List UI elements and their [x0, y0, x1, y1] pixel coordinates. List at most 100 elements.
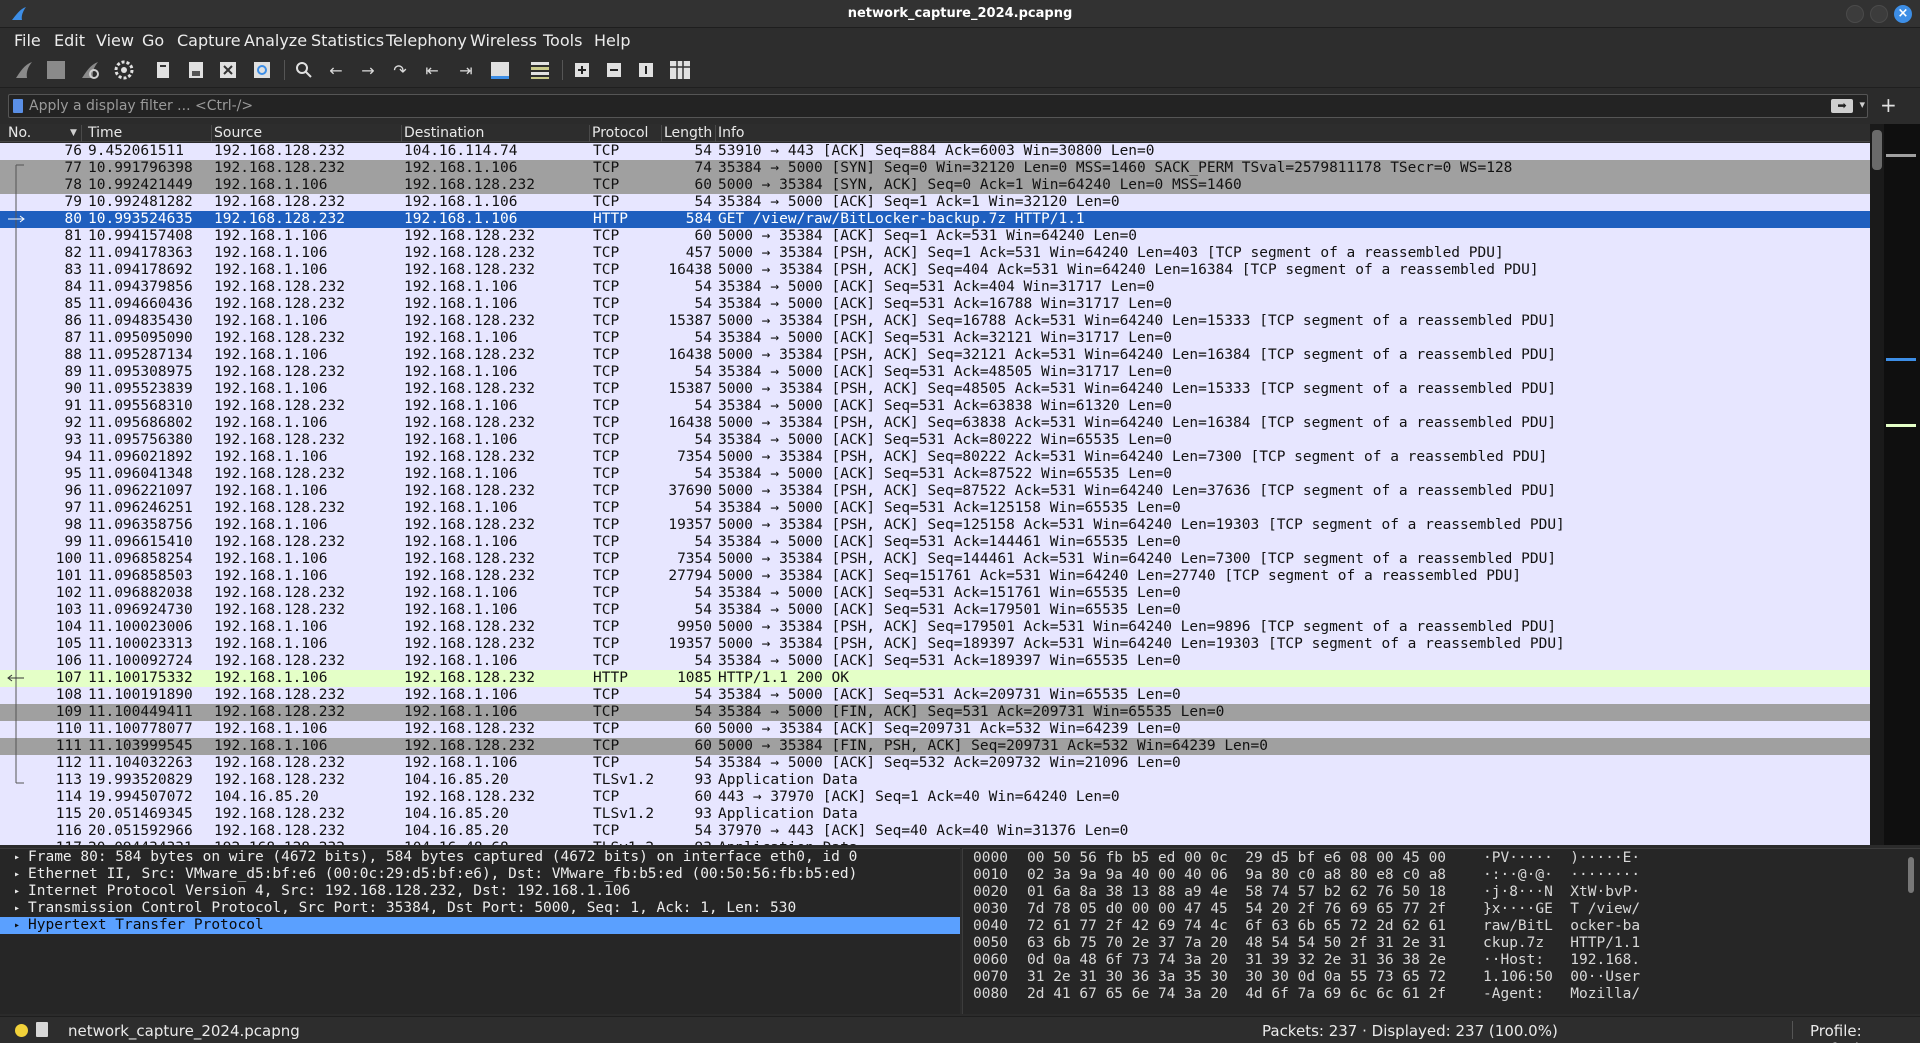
minimize-button[interactable] [1846, 5, 1864, 23]
packet-row[interactable]: 85 11.094660436 192.168.128.232 192.168.1.1… [0, 296, 1870, 313]
menu-tools[interactable]: Tools [543, 31, 582, 50]
byte-ascii[interactable]: ·PV····· )·····E· [1483, 850, 1640, 867]
status-profile[interactable]: Profile: Default [1810, 1022, 1920, 1043]
column-header-length[interactable]: Length [662, 125, 716, 142]
byte-hex[interactable]: 2d 41 67 65 6e 74 3a 20 4d 6f 7a 69 6c 6… [1027, 986, 1446, 1003]
menu-statistics[interactable]: Statistics [311, 31, 384, 50]
byte-ascii[interactable]: ckup.7z HTTP/1.1 [1483, 935, 1640, 952]
packet-row[interactable]: 104 11.100023006 192.168.1.106 192.168.128.… [0, 619, 1870, 636]
packet-row[interactable]: 80 10.993524635 192.168.128.232 192.168.1.1… [0, 211, 1870, 228]
expand-arrow-icon[interactable]: ▸ [14, 849, 20, 866]
close-button[interactable]: × [1894, 5, 1912, 23]
menu-help[interactable]: Help [594, 31, 630, 50]
find-packet-icon[interactable] [292, 58, 316, 82]
expand-arrow-icon[interactable]: ▸ [14, 900, 20, 917]
packet-row[interactable]: 93 11.095756380 192.168.128.232 192.168.1.1… [0, 432, 1870, 449]
byte-ascii[interactable]: 1.106:50 00··User [1483, 969, 1640, 986]
packet-row[interactable]: 100 11.096858254 192.168.1.106 192.168.128.… [0, 551, 1870, 568]
column-header-info[interactable]: Info [716, 125, 1866, 142]
zoom-out-icon[interactable] [602, 58, 626, 82]
normal-size-icon[interactable] [634, 58, 658, 82]
packet-row[interactable]: 98 11.096358756 192.168.1.106 192.168.128.2… [0, 517, 1870, 534]
packet-row[interactable]: 99 11.096615410 192.168.128.232 192.168.1.1… [0, 534, 1870, 551]
packet-row[interactable]: 97 11.096246251 192.168.128.232 192.168.1.1… [0, 500, 1870, 517]
packet-row[interactable]: 113 19.993520829 192.168.128.232 104.16.85.… [0, 772, 1870, 789]
packet-row[interactable]: 77 10.991796398 192.168.128.232 192.168.1.1… [0, 160, 1870, 177]
packet-row[interactable]: 81 10.994157408 192.168.1.106 192.168.128.2… [0, 228, 1870, 245]
reload-file-icon[interactable] [250, 58, 274, 82]
menu-analyze[interactable]: Analyze [244, 31, 307, 50]
detail-tree-item[interactable]: ▸ Internet Protocol Version 4, Src: 192.1… [0, 883, 960, 900]
capture-comment-icon[interactable] [36, 1022, 48, 1037]
packet-row[interactable]: 91 11.095568310 192.168.128.232 192.168.1.1… [0, 398, 1870, 415]
menu-telephony[interactable]: Telephony [386, 31, 467, 50]
packet-row[interactable]: 82 11.094178363 192.168.1.106 192.168.128.2… [0, 245, 1870, 262]
packet-row[interactable]: 101 11.096858503 192.168.1.106 192.168.128.… [0, 568, 1870, 585]
byte-hex[interactable]: 02 3a 9a 9a 40 00 40 06 9a 80 c0 a8 80 e… [1027, 867, 1446, 884]
byte-hex[interactable]: 7d 78 05 d0 00 00 47 45 54 20 2f 76 69 6… [1027, 901, 1446, 918]
scrollbar-thumb[interactable] [1872, 130, 1882, 170]
menu-go[interactable]: Go [142, 31, 164, 50]
filter-bookmark-icon[interactable] [13, 99, 23, 113]
go-last-icon[interactable]: ⇥ [454, 58, 478, 82]
apply-filter-icon[interactable]: ➡ [1831, 99, 1853, 113]
packet-row[interactable]: 94 11.096021892 192.168.1.106 192.168.128.2… [0, 449, 1870, 466]
column-header-source[interactable]: Source [212, 125, 402, 142]
filter-history-dropdown-icon[interactable]: ▾ [1859, 98, 1865, 111]
packet-row[interactable]: 105 11.100023313 192.168.1.106 192.168.128.… [0, 636, 1870, 653]
packet-list[interactable]: 76 9.452061511 192.168.128.232 104.16.114.7… [0, 143, 1870, 845]
menu-edit[interactable]: Edit [54, 31, 85, 50]
column-header-time[interactable]: Time [86, 125, 212, 142]
packet-row[interactable]: 83 11.094178692 192.168.1.106 192.168.128.2… [0, 262, 1870, 279]
packet-row[interactable]: 95 11.096041348 192.168.128.232 192.168.1.1… [0, 466, 1870, 483]
stop-capture-icon[interactable] [44, 58, 68, 82]
column-header-protocol[interactable]: Protocol [590, 125, 662, 142]
packet-row[interactable]: 116 20.051592966 192.168.128.232 104.16.85.… [0, 823, 1870, 840]
packet-row[interactable]: 92 11.095686802 192.168.1.106 192.168.128.2… [0, 415, 1870, 432]
byte-hex[interactable]: 63 6b 75 70 2e 37 7a 20 48 54 54 50 2f 3… [1027, 935, 1446, 952]
packet-list-scrollbar[interactable] [1870, 124, 1884, 845]
go-to-packet-icon[interactable]: ↷ [388, 58, 412, 82]
zoom-in-icon[interactable] [570, 58, 594, 82]
packet-row[interactable]: 112 11.104032263 192.168.128.232 192.168.1.… [0, 755, 1870, 772]
detail-tree-item[interactable]: ▸ Frame 80: 584 bytes on wire (4672 bits)… [0, 849, 960, 866]
go-first-icon[interactable]: ⇤ [420, 58, 444, 82]
packet-row[interactable]: 111 11.103999545 192.168.1.106 192.168.128.… [0, 738, 1870, 755]
detail-tree-item[interactable]: ▸ Hypertext Transfer Protocol [0, 917, 960, 934]
restart-capture-icon[interactable] [78, 58, 102, 82]
byte-hex[interactable]: 00 50 56 fb b5 ed 00 0c 29 d5 bf e6 08 0… [1027, 850, 1446, 867]
byte-ascii[interactable]: }x····GE T /view/ [1483, 901, 1640, 918]
expand-arrow-icon[interactable]: ▸ [14, 917, 20, 934]
detail-tree-item[interactable]: ▸ Ethernet II, Src: VMware_d5:bf:e6 (00:0… [0, 866, 960, 883]
byte-ascii[interactable]: -Agent: Mozilla/ [1483, 986, 1640, 1003]
packet-row[interactable]: 114 19.994507072 104.16.85.20 192.168.128.2… [0, 789, 1870, 806]
packet-row[interactable]: 90 11.095523839 192.168.1.106 192.168.128.2… [0, 381, 1870, 398]
packet-row[interactable]: 96 11.096221097 192.168.1.106 192.168.128.2… [0, 483, 1870, 500]
byte-ascii[interactable]: ·:··@·@· ········ [1483, 867, 1640, 884]
byte-ascii[interactable]: raw/BitL ocker-ba [1483, 918, 1640, 935]
packet-row[interactable]: 102 11.096882038 192.168.128.232 192.168.1.… [0, 585, 1870, 602]
packet-row[interactable]: 76 9.452061511 192.168.128.232 104.16.114.7… [0, 143, 1870, 160]
go-forward-icon[interactable]: → [356, 58, 380, 82]
packet-row[interactable]: 87 11.095095090 192.168.128.232 192.168.1.1… [0, 330, 1870, 347]
packet-row[interactable]: 110 11.100778077 192.168.1.106 192.168.128.… [0, 721, 1870, 738]
packet-row[interactable]: 89 11.095308975 192.168.128.232 192.168.1.1… [0, 364, 1870, 381]
packet-details-pane[interactable]: ▸ Frame 80: 584 bytes on wire (4672 bits)… [0, 848, 960, 1014]
packet-row[interactable]: 11720.094434331192.168.128.232104.16.48.… [0, 840, 1870, 845]
packet-list-minimap[interactable] [1884, 124, 1920, 845]
expand-arrow-icon[interactable]: ▸ [14, 866, 20, 883]
bytes-scrollbar[interactable] [1908, 857, 1914, 893]
packet-row[interactable]: 86 11.094835430 192.168.1.106 192.168.128.2… [0, 313, 1870, 330]
save-file-icon[interactable] [184, 58, 208, 82]
autoscroll-icon[interactable] [488, 58, 512, 82]
byte-hex[interactable]: 31 2e 31 30 36 3a 35 30 30 30 0d 0a 55 7… [1027, 969, 1446, 986]
display-filter-input[interactable]: Apply a display filter ... <Ctrl-/> ➡ ▾ [8, 94, 1868, 118]
close-file-icon[interactable] [216, 58, 240, 82]
resize-columns-icon[interactable] [668, 58, 692, 82]
menu-wireless[interactable]: Wireless [470, 31, 537, 50]
expert-info-icon[interactable] [15, 1024, 28, 1037]
menu-capture[interactable]: Capture [177, 31, 241, 50]
column-header-destination[interactable]: Destination [402, 125, 590, 142]
open-file-icon[interactable] [152, 58, 176, 82]
packet-row[interactable]: 84 11.094379856 192.168.128.232 192.168.1.1… [0, 279, 1870, 296]
